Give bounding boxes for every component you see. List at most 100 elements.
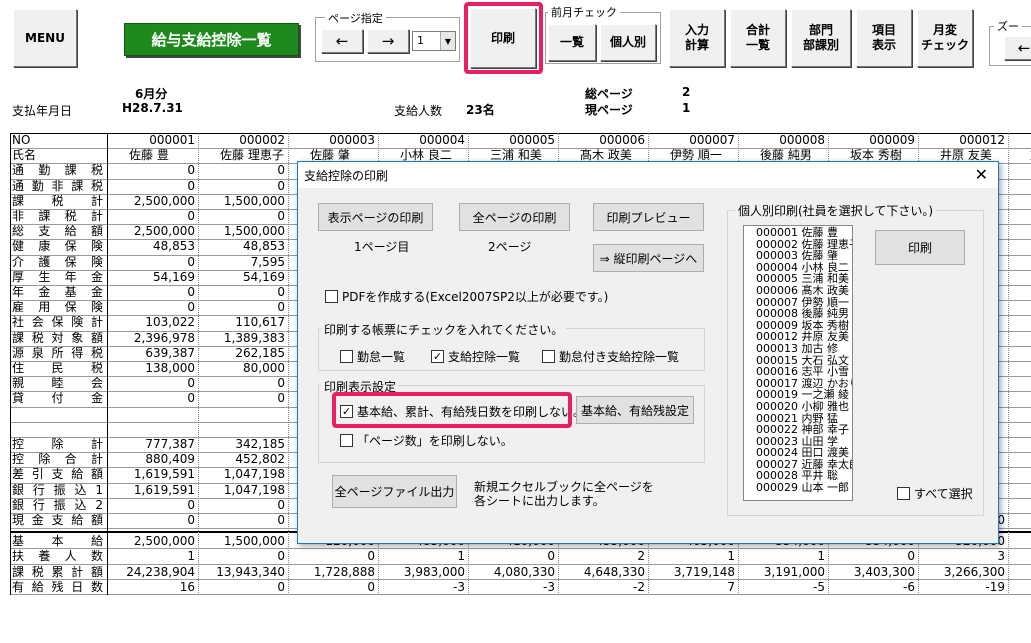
personal-print-button[interactable]: 印刷: [875, 230, 965, 265]
total-list-button[interactable]: 合計 一覧: [730, 9, 786, 67]
pdf-checkbox[interactable]: PDFを作成する(Excel2007SP2以上が必要です。): [325, 288, 608, 305]
row-label: 通勤非課税: [10, 179, 107, 194]
dialog-title: 支給控除の印刷: [304, 168, 389, 183]
chevron-down-icon[interactable]: ▼: [440, 32, 455, 50]
right-arrow-icon: →: [381, 31, 395, 50]
form-attendance-label: 勤怠一覧: [357, 350, 406, 364]
row-label: 通勤課税: [10, 163, 107, 178]
close-icon[interactable]: ✕: [975, 166, 988, 184]
row-label-char: 基: [64, 285, 77, 299]
row-label-char: 銀: [12, 497, 25, 512]
grid-line: [10, 148, 1031, 150]
row-label-char: 保: [64, 254, 77, 269]
employee-list-item[interactable]: 000001 佐藤 豊: [756, 227, 852, 239]
cell-value: 0: [277, 285, 285, 299]
row-label: 源泉所得税: [10, 346, 107, 361]
hide-page-number-checkbox[interactable]: 「ページ数」を印刷しない。: [340, 432, 513, 449]
row-label: 差引支給額: [10, 467, 107, 482]
cell-value: 1,500,000: [223, 193, 285, 208]
item-display-button[interactable]: 項目 表示: [856, 9, 912, 67]
hide-page-number-label: 「ページ数」を印刷しない。: [357, 434, 513, 448]
cell-value: 777,387: [145, 437, 195, 451]
page-select[interactable]: 1 ▼: [412, 31, 456, 51]
row-label-char: 睦: [51, 376, 64, 391]
row-label-char: 振: [53, 482, 66, 497]
employee-list-item[interactable]: 000013 加古 修: [756, 343, 852, 355]
print-all-pages-button[interactable]: 全ページの印刷: [459, 203, 570, 231]
prev-month-list-button[interactable]: 一覧: [548, 24, 596, 61]
row-label-char: 総: [12, 224, 25, 239]
basic-setting-button[interactable]: 基本給、有給残設定: [576, 396, 694, 424]
row-label-char: 残: [51, 579, 64, 594]
row-label-char: 除: [38, 452, 51, 467]
print-preview-button[interactable]: 印刷プレビュー: [593, 203, 704, 231]
cell-value: 0: [277, 376, 285, 391]
cell-value: 3,983,000: [403, 564, 465, 579]
cell-value: 0: [277, 163, 285, 178]
row-label-char: 年: [64, 269, 77, 284]
row-label-char: 人: [64, 549, 77, 564]
employee-listbox[interactable]: 000001 佐藤 豊 000002 佐藤 理恵子 000003 佐藤 肇 00000…: [743, 225, 853, 501]
cell-value: 4,080,330: [493, 564, 555, 579]
cell-value: 13,943,340: [216, 564, 285, 579]
employee-list-item[interactable]: 000029 山本 一郎: [756, 482, 852, 494]
column-divider: [288, 133, 289, 595]
select-all-checkbox[interactable]: すべて選択: [897, 485, 973, 502]
cell-value: 3,: [1008, 565, 1031, 580]
employee-list-item[interactable]: 000006 髙木 政美: [756, 285, 852, 297]
form-attendance-checkbox[interactable]: 勤怠一覧: [340, 348, 405, 365]
row-label: NO: [12, 133, 31, 147]
cell-value: 1: [457, 549, 465, 564]
cell-value: 3,266,300: [943, 564, 1005, 579]
row-label-char: 税: [90, 361, 103, 375]
row-label-char: 数: [90, 579, 103, 594]
employee-number: 000003: [329, 133, 375, 147]
row-label-char: 税: [51, 193, 64, 208]
row-label-char: 金: [90, 391, 103, 406]
cell-value: 342,185: [235, 437, 285, 451]
row-label-char: 累: [51, 564, 64, 579]
portrait-page-button[interactable]: ⇒ 縦印刷ページへ: [593, 244, 704, 272]
pdf-checkbox-label: PDFを作成する(Excel2007SP2以上が必要です。): [342, 290, 609, 304]
cell-value: 3,719,148: [673, 564, 735, 579]
row-label-char: 本: [51, 534, 64, 549]
cell-value: 262,185: [235, 345, 285, 360]
cell-value: 1,728,888: [313, 564, 375, 579]
row-label-char: 険: [90, 300, 103, 315]
row-label: 社会保険計: [10, 315, 107, 330]
zoom-out-button[interactable]: ←: [1004, 36, 1031, 60]
next-page-button[interactable]: →: [367, 29, 409, 53]
row-label-char: 金: [31, 513, 44, 527]
row-label-char: 保: [51, 315, 64, 330]
row-label-char: 除: [51, 437, 64, 451]
row-label-char: 勤: [38, 163, 51, 178]
row-label-char: 泉: [31, 345, 44, 360]
row-label-char: 有: [12, 579, 25, 594]
row-label-char: 支: [51, 467, 64, 482]
monthly-check-button[interactable]: 月変 チェック: [917, 9, 973, 67]
employee-number: 000005: [509, 133, 555, 147]
grid-line: [10, 578, 1031, 580]
cell-value: 0: [187, 209, 195, 223]
menu-button[interactable]: MENU: [13, 9, 77, 67]
dept-button[interactable]: 部門 部課別: [791, 9, 851, 67]
employee-list-item[interactable]: 000020 小柳 雅也: [756, 401, 852, 413]
print-current-page-button[interactable]: 表示ページの印刷: [318, 203, 433, 231]
form-attendance-payroll-checkbox[interactable]: 勤怠付き支給控除一覧: [542, 348, 679, 365]
input-calc-button[interactable]: 入力 計算: [669, 9, 725, 67]
cell-value: 48,853: [243, 239, 285, 254]
prev-page-button[interactable]: ←: [321, 29, 363, 53]
cell-value: 80,000: [243, 361, 285, 375]
cell-value: 4,648,330: [583, 564, 645, 579]
form-payroll-checkbox[interactable]: ✓ 支給控除一覧: [431, 348, 520, 365]
employee-list-item[interactable]: 000016 志平 小雪: [756, 366, 852, 378]
row-label-char: 課: [71, 178, 84, 193]
row-label: 住民税: [10, 361, 107, 376]
file-output-button[interactable]: 全ページファイル出力: [332, 475, 457, 508]
prev-month-personal-button[interactable]: 個人別: [600, 24, 656, 61]
cell-value: 3,191,000: [763, 564, 825, 579]
row-label-char: 税: [90, 345, 103, 360]
employee-list-item[interactable]: 000008 後藤 純男: [756, 308, 852, 320]
employee-list-item[interactable]: 000022 神部 幸子: [756, 424, 852, 436]
row-label-char: 差: [12, 467, 25, 482]
